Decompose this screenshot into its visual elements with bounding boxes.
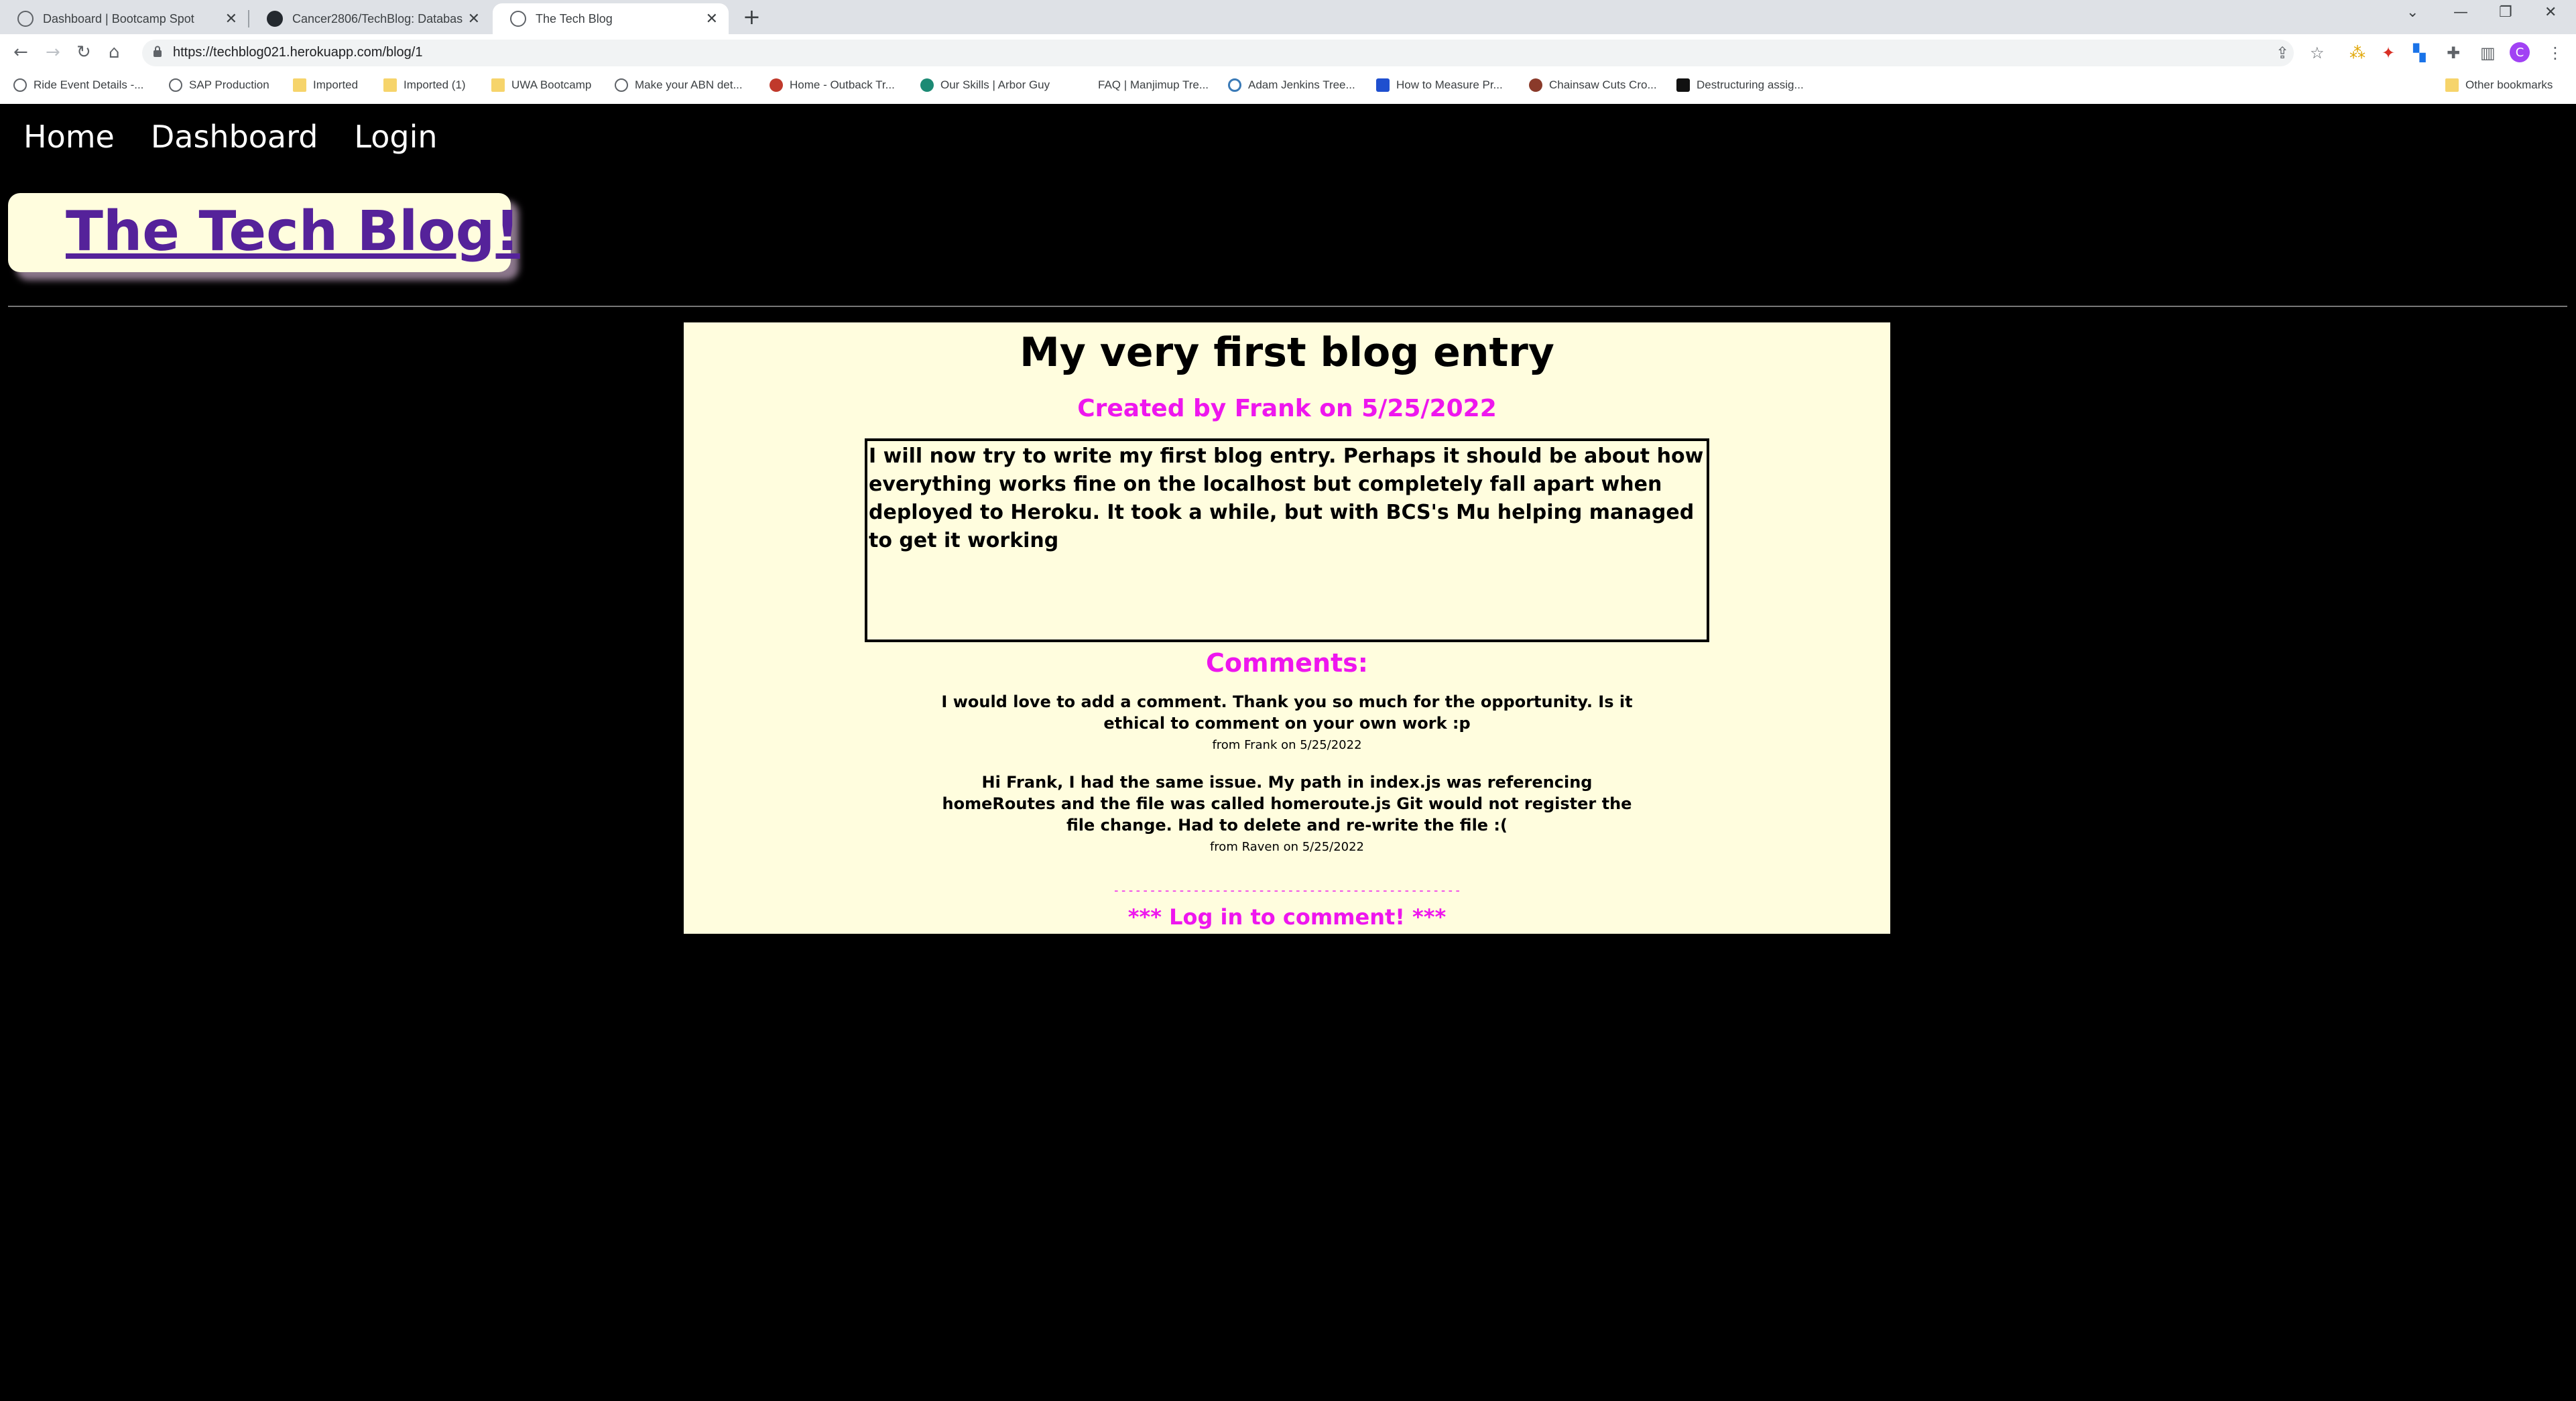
header-divider	[8, 306, 2567, 307]
comment-text: I would love to add a comment. Thank you…	[941, 692, 1633, 733]
folder-icon	[293, 78, 306, 92]
site-icon	[1676, 78, 1690, 92]
reload-icon[interactable]: ↻	[76, 42, 91, 62]
login-to-comment-prompt: *** Log in to comment! ***	[1127, 904, 1447, 930]
github-icon	[267, 11, 283, 27]
browser-chrome: Dashboard | Bootcamp Spot ✕ Cancer2806/T…	[0, 0, 2576, 105]
comment-text: Hi Frank, I had the same issue. My path …	[942, 773, 1632, 835]
close-icon[interactable]: ✕	[706, 10, 718, 27]
bookmark-item[interactable]: Adam Jenkins Tree...	[1228, 78, 1355, 92]
tab-strip: Dashboard | Bootcamp Spot ✕ Cancer2806/T…	[0, 0, 2576, 34]
side-panel-icon[interactable]: ▥	[2480, 44, 2496, 62]
bookmarks-bar: Ride Event Details -... SAP Production I…	[0, 72, 2576, 105]
url-text[interactable]: https://techblog021.herokuapp.com/blog/1	[173, 45, 422, 60]
site-icon	[1529, 78, 1542, 92]
bookmark-item[interactable]: Our Skills | Arbor Guy	[920, 78, 1050, 92]
globe-icon	[510, 11, 526, 27]
extension-grid-icon[interactable]: ⁂	[2349, 44, 2366, 62]
site-nav: Home Dashboard Login	[23, 119, 438, 155]
forward-icon[interactable]: →	[46, 42, 60, 62]
comments-heading: Comments:	[1206, 648, 1368, 678]
globe-icon	[169, 78, 182, 92]
comment-item: Hi Frank, I had the same issue. My path …	[932, 772, 1642, 854]
post-title: My very first blog entry	[1020, 329, 1554, 376]
page-viewport: Home Dashboard Login The Tech Blog! My v…	[0, 104, 2576, 1401]
menu-kebab-icon[interactable]: ⋮	[2547, 44, 2563, 62]
tab-the-tech-blog[interactable]: The Tech Blog ✕	[493, 3, 729, 34]
address-bar[interactable]: https://techblog021.herokuapp.com/blog/1	[142, 40, 2294, 66]
folder-icon	[2445, 78, 2459, 92]
tab-label: The Tech Blog	[536, 11, 613, 25]
other-bookmarks[interactable]: Other bookmarks	[2445, 78, 2553, 92]
extension-icon[interactable]: ✦	[2382, 44, 2395, 62]
extensions-puzzle-icon[interactable]: ✚	[2447, 44, 2460, 62]
bookmark-item[interactable]: Ride Event Details -...	[13, 78, 143, 92]
tab-github[interactable]: Cancer2806/TechBlog: Databas ✕	[249, 3, 491, 34]
wordpress-icon	[1228, 78, 1241, 92]
comments-divider: ----------------------------------------…	[1112, 884, 1462, 898]
bookmark-item[interactable]: SAP Production	[169, 78, 269, 92]
restore-icon[interactable]: ❐	[2499, 4, 2512, 21]
brand-banner: The Tech Blog!	[8, 193, 520, 272]
browser-toolbar: ← → ↻ ⌂ https://techblog021.herokuapp.co…	[0, 34, 2576, 72]
blog-post-card: My very first blog entry Created by Fran…	[684, 322, 1890, 934]
new-tab-button[interactable]: +	[743, 4, 761, 29]
post-author-date: Created by Frank on 5/25/2022	[1077, 395, 1497, 422]
bookmark-item[interactable]: Make your ABN det...	[615, 78, 743, 92]
share-icon[interactable]: ⇪	[2276, 44, 2289, 62]
bookmark-item[interactable]: FAQ | Manjimup Tre...	[1078, 78, 1209, 92]
lock-icon	[154, 46, 162, 57]
tab-bootcamp-spot[interactable]: Dashboard | Bootcamp Spot ✕	[0, 3, 248, 34]
trello-icon[interactable]: ▚	[2413, 44, 2425, 62]
window-close-icon[interactable]: ✕	[2544, 4, 2557, 21]
home-icon[interactable]: ⌂	[109, 42, 120, 62]
bookmark-item[interactable]: How to Measure Pr...	[1376, 78, 1503, 92]
nav-link-login[interactable]: Login	[354, 119, 437, 155]
site-icon	[1078, 78, 1091, 92]
minimize-icon[interactable]: —	[2453, 4, 2468, 21]
tab-label: Dashboard | Bootcamp Spot	[43, 11, 194, 25]
close-icon[interactable]: ✕	[225, 10, 237, 27]
close-icon[interactable]: ✕	[468, 10, 480, 27]
site-icon	[920, 78, 934, 92]
post-body: I will now try to write my first blog en…	[865, 438, 1709, 642]
nav-link-home[interactable]: Home	[23, 119, 115, 155]
profile-avatar[interactable]: C	[2510, 42, 2530, 62]
folder-icon	[383, 78, 397, 92]
site-icon	[770, 78, 783, 92]
tab-label: Cancer2806/TechBlog: Databas	[292, 11, 463, 25]
bookmark-item[interactable]: Destructuring assig...	[1676, 78, 1804, 92]
site-icon	[1376, 78, 1390, 92]
bookmark-folder[interactable]: Imported	[293, 78, 358, 92]
site-title-link[interactable]: The Tech Blog!	[66, 200, 520, 263]
comment-meta: from Frank on 5/25/2022	[1212, 738, 1362, 752]
globe-icon	[13, 78, 27, 92]
back-icon[interactable]: ←	[13, 42, 28, 62]
bookmark-item[interactable]: Chainsaw Cuts Cro...	[1529, 78, 1657, 92]
tab-search-icon[interactable]: ⌄	[2406, 4, 2418, 21]
folder-icon	[491, 78, 505, 92]
bookmark-folder[interactable]: Imported (1)	[383, 78, 466, 92]
bookmark-folder[interactable]: UWA Bootcamp	[491, 78, 591, 92]
globe-icon	[17, 11, 34, 27]
bookmark-item[interactable]: Home - Outback Tr...	[770, 78, 895, 92]
globe-icon	[615, 78, 628, 92]
nav-link-dashboard[interactable]: Dashboard	[151, 119, 318, 155]
bookmark-star-icon[interactable]: ☆	[2310, 44, 2325, 62]
comment-meta: from Raven on 5/25/2022	[1209, 840, 1365, 854]
comment-item: I would love to add a comment. Thank you…	[932, 691, 1642, 752]
